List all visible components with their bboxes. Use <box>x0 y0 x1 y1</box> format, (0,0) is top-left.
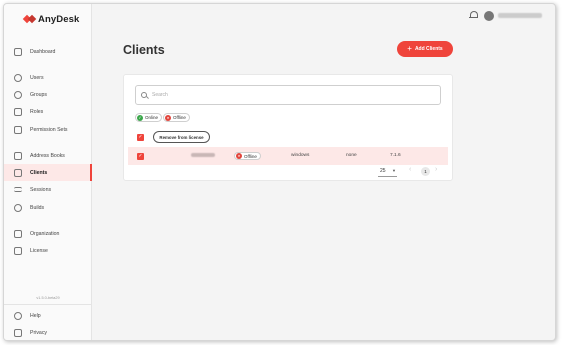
page-title: Clients <box>123 43 165 57</box>
search-input[interactable] <box>152 92 432 98</box>
sidebar: AnyDesk Dashboard Users Groups Roles Per… <box>4 4 92 340</box>
select-all-checkbox[interactable]: ✓ <box>137 134 144 141</box>
sidebar-item-help[interactable]: Help <box>4 307 92 324</box>
monitor-icon <box>14 168 22 177</box>
prev-page-icon[interactable]: ‹ <box>409 166 411 173</box>
search-box[interactable] <box>135 85 441 105</box>
app-window: AnyDesk Dashboard Users Groups Roles Per… <box>3 3 556 341</box>
sidebar-item-label: Permission Sets <box>30 126 68 133</box>
filter-offline[interactable]: × Offline <box>163 113 190 122</box>
builds-icon <box>14 203 22 212</box>
sidebar-item-privacy[interactable]: Privacy <box>4 324 92 340</box>
sidebar-item-label: Help <box>30 312 41 319</box>
chevron-down-icon[interactable]: ▼ <box>392 168 396 173</box>
sidebar-item-sessions[interactable]: Sessions <box>4 181 92 198</box>
sidebar-item-permission-sets[interactable]: Permission Sets <box>4 121 92 138</box>
sidebar-item-roles[interactable]: Roles <box>4 103 92 120</box>
add-clients-button[interactable]: + Add Clients <box>397 41 453 57</box>
permission-sets-icon <box>14 125 22 134</box>
sidebar-item-dashboard[interactable]: Dashboard <box>4 43 92 60</box>
address-book-icon <box>14 151 22 160</box>
client-os: windows <box>291 153 310 158</box>
offline-x-icon: × <box>165 114 171 121</box>
dashboard-icon <box>14 47 22 56</box>
client-group: none <box>346 153 357 158</box>
shield-icon <box>14 328 22 337</box>
sidebar-item-label: Groups <box>30 91 48 98</box>
group-icon <box>14 90 22 99</box>
app-name: AnyDesk <box>38 14 80 25</box>
filter-label: Offline <box>173 115 186 120</box>
add-clients-label: Add Clients <box>414 46 443 52</box>
sidebar-item-builds[interactable]: Builds <box>4 199 92 216</box>
per-page-select[interactable]: 25 <box>380 168 386 174</box>
sidebar-item-label: Users <box>30 74 44 81</box>
version-label: v1.5.0-beta29 <box>36 296 60 300</box>
sidebar-item-label: License <box>30 247 48 254</box>
sidebar-item-label: Roles <box>30 108 44 115</box>
filter-online[interactable]: ✓ Online <box>135 113 163 122</box>
online-check-icon: ✓ <box>137 114 143 121</box>
table-row[interactable]: ✓ × Offline windows none 7.1.6 <box>128 147 448 165</box>
next-page-icon[interactable]: › <box>435 166 437 173</box>
sidebar-item-label: Address Books <box>30 152 65 159</box>
per-page-underline <box>378 176 397 177</box>
sidebar-item-label: Clients <box>30 169 48 176</box>
notification-bell-icon[interactable] <box>469 11 478 20</box>
remove-from-license-button[interactable]: Remove from license <box>153 131 210 143</box>
sessions-icon <box>14 187 22 192</box>
page-button-current[interactable]: 1 <box>421 167 430 176</box>
offline-x-icon: × <box>236 153 242 159</box>
row-checkbox[interactable]: ✓ <box>137 153 144 160</box>
roles-icon <box>14 107 22 116</box>
plus-icon: + <box>407 44 412 53</box>
clients-card: ✓ Online × Offline ✓ Remove from license… <box>123 74 453 181</box>
sidebar-item-clients[interactable]: Clients <box>4 164 92 181</box>
user-icon <box>14 73 22 82</box>
client-name-blurred <box>191 153 215 157</box>
status-badge: × Offline <box>234 152 261 160</box>
status-label: Offline <box>244 153 257 159</box>
sidebar-item-label: Builds <box>30 204 45 211</box>
sidebar-item-license[interactable]: License <box>4 242 92 259</box>
organization-icon <box>14 229 22 238</box>
sidebar-divider <box>4 304 92 305</box>
avatar[interactable] <box>484 11 494 21</box>
sidebar-item-users[interactable]: Users <box>4 69 92 86</box>
anydesk-logo[interactable]: AnyDesk <box>24 14 79 25</box>
filter-label: Online <box>145 115 159 120</box>
sidebar-item-label: Organization <box>30 230 60 237</box>
anydesk-logo-icon <box>24 14 35 25</box>
user-name-blurred[interactable] <box>498 13 542 18</box>
sidebar-item-organization[interactable]: Organization <box>4 225 92 242</box>
sidebar-item-label: Privacy <box>30 329 48 336</box>
client-version: 7.1.6 <box>390 153 401 158</box>
sidebar-item-label: Sessions <box>30 186 52 193</box>
sidebar-item-address-books[interactable]: Address Books <box>4 147 92 164</box>
license-icon <box>14 246 22 255</box>
search-icon <box>141 92 147 98</box>
sidebar-item-label: Dashboard <box>30 48 56 55</box>
sidebar-item-groups[interactable]: Groups <box>4 86 92 103</box>
help-icon <box>14 311 22 320</box>
